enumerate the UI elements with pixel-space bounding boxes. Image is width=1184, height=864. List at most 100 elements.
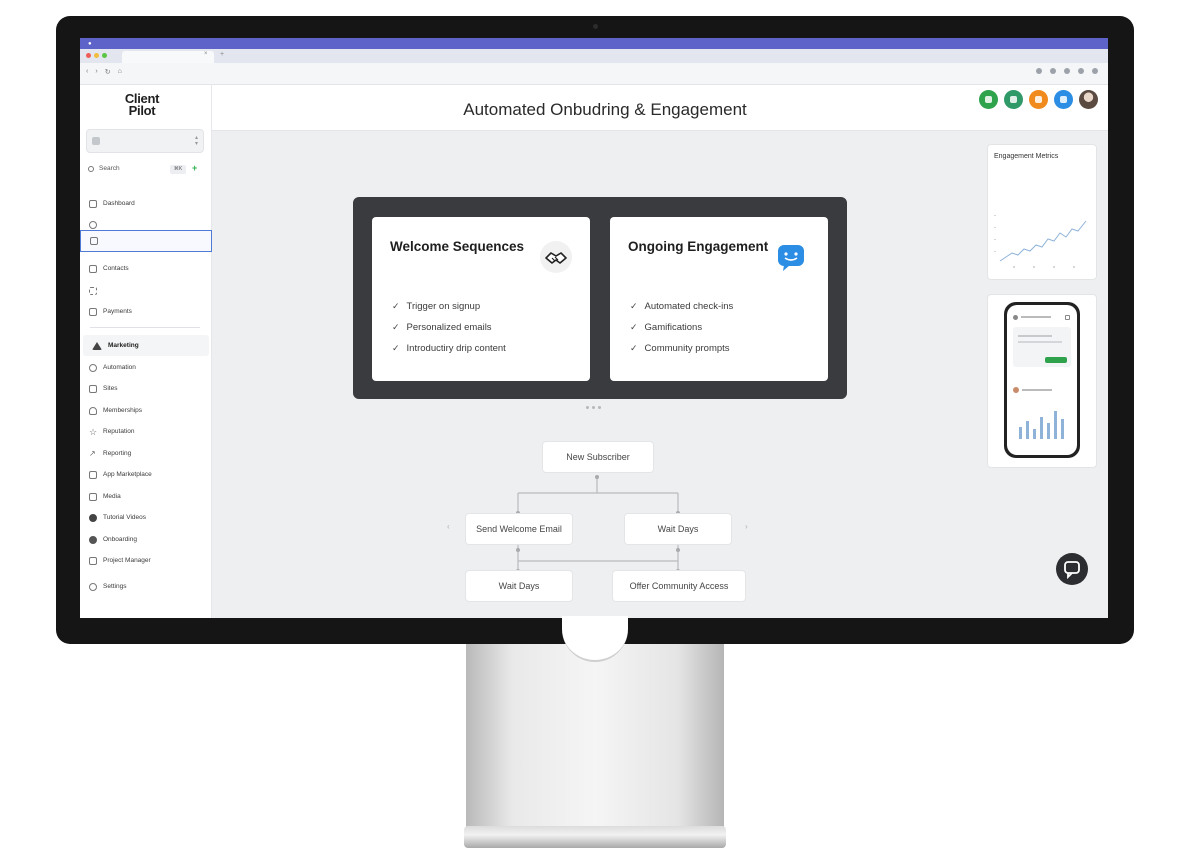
page-title: Automated Onbudring & Engagement bbox=[463, 100, 747, 119]
flow-node-send-welcome-email[interactable]: Send Welcome Email bbox=[466, 514, 572, 544]
help-icon[interactable] bbox=[1054, 90, 1073, 109]
edit-icon[interactable] bbox=[979, 90, 998, 109]
sidebar-item-project-manager[interactable]: Project Manager bbox=[80, 550, 212, 571]
sidebar-item-marketing[interactable]: Marketing bbox=[83, 335, 209, 356]
sites-icon bbox=[89, 384, 97, 393]
minimize-window-icon[interactable] bbox=[94, 53, 99, 58]
chat-widget-button[interactable] bbox=[1056, 553, 1088, 585]
sidebar-item-reputation[interactable]: ☆ Reputation bbox=[80, 421, 212, 442]
extension-icon[interactable] bbox=[1064, 68, 1070, 74]
new-tab-icon[interactable]: + bbox=[220, 51, 224, 58]
monitor-stand-foot bbox=[464, 826, 726, 848]
main-content: Automated Onbudring & Engagement Welcome… bbox=[212, 85, 1108, 618]
ongoing-engagement-card[interactable]: Ongoing Engagement ✓ Automated check-ins… bbox=[610, 217, 828, 381]
sidebar: Client Pilot ▴ ▾ Search ⌘K + Dashboard C… bbox=[80, 85, 212, 618]
maximize-window-icon[interactable] bbox=[102, 53, 107, 58]
search-icon bbox=[88, 166, 94, 172]
sidebar-item-label: Project Manager bbox=[103, 557, 151, 564]
phone-avatar bbox=[1013, 387, 1019, 393]
arrow-left-icon: ‹ bbox=[447, 522, 450, 531]
url-field[interactable] bbox=[146, 68, 1006, 80]
membership-icon bbox=[89, 406, 97, 415]
pager-dot[interactable] bbox=[592, 406, 595, 409]
list-item-label: Trigger on signup bbox=[406, 301, 481, 312]
forward-icon[interactable]: › bbox=[95, 68, 97, 76]
sidebar-divider bbox=[90, 327, 200, 328]
list-item: ✓ Introductiry drip content bbox=[392, 343, 506, 364]
flow-node-offer-community-access[interactable]: Offer Community Access bbox=[613, 571, 745, 601]
app-logo[interactable]: Client Pilot bbox=[120, 92, 164, 117]
flow-node-wait-days[interactable]: Wait Days bbox=[625, 514, 731, 544]
sidebar-item-label: Tutorial Videos bbox=[103, 514, 146, 521]
apple-icon[interactable]: ● bbox=[88, 41, 92, 47]
engagement-metrics-card[interactable]: Engagement Metrics bbox=[988, 145, 1096, 279]
chat-icon bbox=[89, 220, 97, 229]
sidebar-item-dashboard[interactable]: Dashboard bbox=[80, 193, 212, 214]
browser-address-bar: ‹ › ↻ ⌂ bbox=[80, 63, 1108, 85]
extension-icon[interactable] bbox=[1036, 68, 1042, 74]
sidebar-item-media[interactable]: Media bbox=[80, 486, 212, 507]
sidebar-item-tutorial-videos[interactable]: Tutorial Videos bbox=[80, 507, 212, 528]
phone-message-card bbox=[1013, 327, 1071, 367]
sidebar-item-settings[interactable]: Settings bbox=[80, 576, 212, 597]
screen: ● × + ‹ › ↻ ⌂ Client Pilot ▴ ▾ Search ⌘K… bbox=[80, 38, 1108, 618]
home-icon[interactable]: ⌂ bbox=[118, 68, 122, 76]
check-icon: ✓ bbox=[392, 343, 400, 353]
tab-close-icon[interactable]: × bbox=[204, 51, 208, 57]
account-switcher[interactable]: ▴ ▾ bbox=[86, 129, 204, 153]
calendar-icon[interactable] bbox=[1004, 90, 1023, 109]
sidebar-item-label: Media bbox=[103, 493, 121, 500]
menu-icon[interactable] bbox=[1092, 68, 1098, 74]
list-item: ✓ Gamifications bbox=[630, 322, 733, 343]
sidebar-item-label: Reputation bbox=[103, 428, 135, 435]
phone-screen bbox=[1007, 305, 1077, 455]
sidebar-item-onboarding[interactable]: Onboarding bbox=[80, 529, 212, 550]
sidebar-item-label: Onboarding bbox=[103, 536, 137, 543]
flow-node-wait-days[interactable]: Wait Days bbox=[466, 571, 572, 601]
account-icon bbox=[92, 137, 100, 145]
pager-dot[interactable] bbox=[598, 406, 601, 409]
feature-panel: Welcome Sequences ✓ Trigger on signup ✓ Pe… bbox=[353, 197, 847, 399]
welcome-sequences-card[interactable]: Welcome Sequences ✓ Trigger on signup ✓ Pe… bbox=[372, 217, 590, 381]
search-shortcut: ⌘K bbox=[170, 165, 186, 174]
sidebar-item-contacts[interactable]: Contacts bbox=[80, 258, 212, 279]
phone-text-line bbox=[1021, 316, 1051, 318]
list-item: ✓ Personalized emails bbox=[392, 322, 506, 343]
reload-icon[interactable]: ↻ bbox=[105, 68, 111, 76]
chevron-updown-icon: ▴ ▾ bbox=[194, 135, 198, 147]
pager-dot[interactable] bbox=[586, 406, 589, 409]
mobile-preview-card[interactable] bbox=[988, 295, 1096, 467]
sidebar-item-sites[interactable]: Sites bbox=[80, 378, 212, 399]
sidebar-item-app-marketplace[interactable]: App Marketplace bbox=[80, 464, 212, 485]
sidebar-item-payments[interactable]: Payments bbox=[80, 301, 212, 322]
close-window-icon[interactable] bbox=[86, 53, 91, 58]
phone-bar-chart bbox=[1019, 411, 1064, 439]
search-label: Search bbox=[99, 165, 120, 172]
sidebar-item-calendars[interactable] bbox=[80, 230, 212, 252]
extension-icon[interactable] bbox=[1050, 68, 1056, 74]
sidebar-item-reporting[interactable]: ↗ Reporting bbox=[80, 443, 212, 464]
list-item: ✓ Trigger on signup bbox=[392, 301, 506, 322]
notification-icon[interactable] bbox=[1029, 90, 1048, 109]
profile-icon[interactable] bbox=[1078, 68, 1084, 74]
card-title: Welcome Sequences bbox=[390, 239, 525, 254]
quick-add-icon[interactable]: + bbox=[192, 163, 197, 173]
browser-tab[interactable] bbox=[122, 51, 214, 63]
sidebar-item-label: Dashboard bbox=[103, 200, 135, 207]
sidebar-item-opportunities[interactable] bbox=[80, 280, 212, 301]
play-icon bbox=[89, 513, 97, 522]
phone-avatar bbox=[1013, 315, 1018, 320]
header-actions bbox=[979, 90, 1098, 109]
chat-bubble-icon bbox=[776, 243, 808, 275]
sidebar-item-automation[interactable]: Automation bbox=[80, 357, 212, 378]
sidebar-item-label: Reporting bbox=[103, 450, 132, 457]
user-avatar[interactable] bbox=[1079, 90, 1098, 109]
sidebar-item-memberships[interactable]: Memberships bbox=[80, 400, 212, 421]
carousel-pager bbox=[586, 406, 601, 409]
flow-node-new-subscriber[interactable]: New Subscriber bbox=[543, 442, 653, 472]
sidebar-search[interactable]: Search ⌘K + bbox=[86, 163, 204, 177]
back-icon[interactable]: ‹ bbox=[86, 68, 88, 76]
window-controls bbox=[86, 53, 107, 58]
list-item-label: Community prompts bbox=[644, 343, 730, 354]
card-feature-list: ✓ Trigger on signup ✓ Personalized emails … bbox=[392, 301, 506, 364]
